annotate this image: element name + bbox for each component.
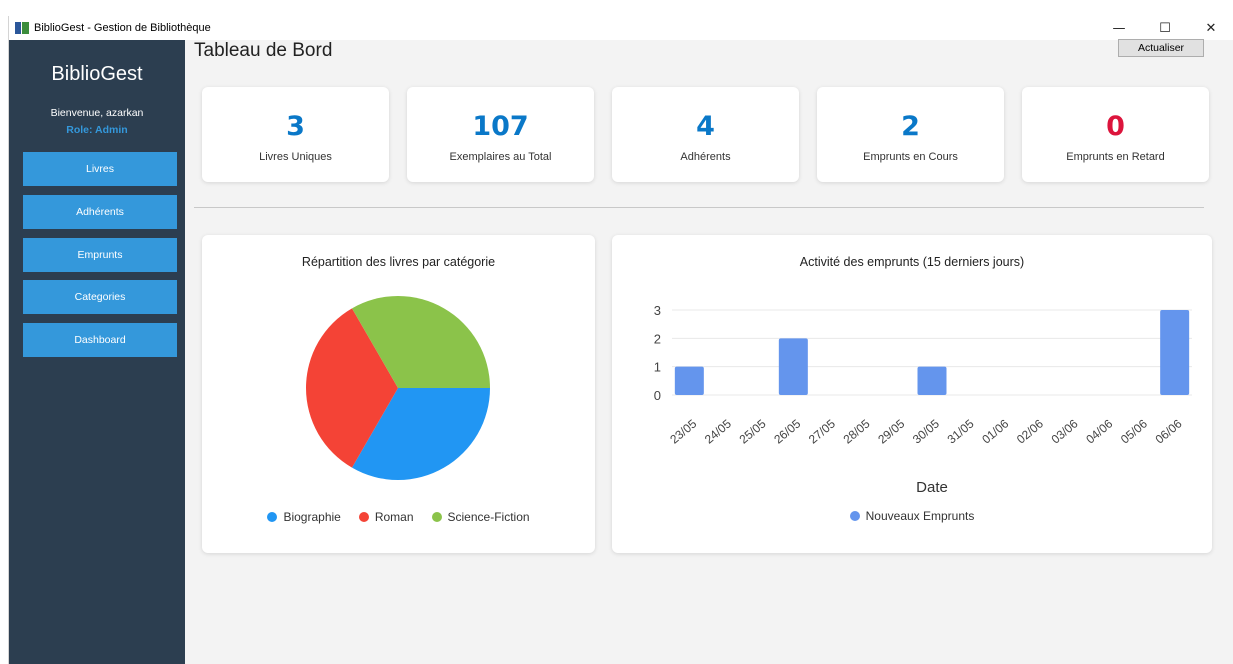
stat-label: Emprunts en Cours [863,151,958,163]
legend-dot [849,511,860,521]
maximize-button[interactable]: ☐ [1142,16,1188,40]
x-tick-label: 26/05 [771,416,803,446]
title-bar: BiblioGest - Gestion de Bibliothèque — ☐… [9,16,1233,40]
legend-item-roman: Roman [358,510,414,524]
x-tick-label: 01/06 [979,416,1011,446]
y-tick-label: 0 [654,388,661,403]
stat-label: Livres Uniques [259,151,332,163]
legend-label: Roman [374,510,414,524]
app-icon [15,22,29,34]
x-axis-label: Date [916,479,948,496]
bar-30-05 [917,366,947,395]
role-text: Role: Admin [66,124,128,136]
section-divider [194,207,1204,208]
refresh-button[interactable]: Actualiser [1118,39,1204,57]
x-tick-label: 25/05 [737,416,769,446]
bar-chart-card: Activité des emprunts (15 derniers jours… [612,235,1212,553]
window-title: BiblioGest - Gestion de Bibliothèque [34,22,211,34]
x-tick-label: 31/05 [945,416,977,446]
x-tick-label: 27/05 [806,416,838,446]
sidebar: BiblioGest Bienvenue, azarkan Role: Admi… [9,40,185,664]
sidebar-item-categories[interactable]: Categories [23,280,177,314]
sidebar-item-adherents[interactable]: Adhérents [23,195,177,229]
sidebar-item-dashboard[interactable]: Dashboard [23,323,177,357]
legend-item-science-fiction: Science-Fiction [431,510,530,524]
stat-label: Exemplaires au Total [449,151,552,163]
x-tick-label: 04/06 [1083,416,1115,446]
legend-item-nouveaux-emprunts: Nouveaux Emprunts [849,509,975,523]
stat-value: 4 [696,111,715,142]
legend-dot [358,512,369,522]
stat-card-emprunts-en-retard: 0 Emprunts en Retard [1022,87,1209,182]
stat-value: 3 [286,111,305,142]
stat-value: 0 [1106,111,1125,142]
stat-label: Adhérents [680,151,731,163]
pie-chart-card: Répartition des livres par catégorie Bio… [202,235,595,553]
pie-legend: Biographie Roman Science-Fiction [202,510,595,524]
bar-legend: Nouveaux Emprunts [612,509,1212,523]
bar-chart: 012323/05 24/05 25/05 26/05 27/05 28/05 29/05 3… [654,303,1192,496]
x-tick-label: 02/06 [1014,416,1046,446]
legend-label: Science-Fiction [447,510,530,524]
bar-06-06 [1160,310,1190,395]
stat-card-exemplaires: 107 Exemplaires au Total [407,87,594,182]
y-tick-label: 1 [654,360,661,375]
sidebar-item-livres[interactable]: Livres [23,152,177,186]
bar-23-05 [674,366,704,395]
y-tick-label: 3 [654,303,661,318]
legend-label: Biographie [283,510,341,524]
stat-label: Emprunts en Retard [1066,151,1165,163]
x-tick-label: 23/05 [667,416,699,446]
window-controls: — ☐ ✕ [1096,16,1233,40]
legend-dot [431,512,442,522]
bar-26-05 [778,338,808,395]
stat-card-livres-uniques: 3 Livres Uniques [202,87,389,182]
x-tick-label: 03/06 [1049,416,1081,446]
y-tick-label: 2 [654,331,661,346]
sidebar-item-emprunts[interactable]: Emprunts [23,238,177,272]
legend-label: Nouveaux Emprunts [865,509,975,523]
stat-value: 2 [901,111,920,142]
pie-chart [306,296,490,480]
x-tick-label: 06/06 [1153,416,1185,446]
app-brand: BiblioGest [51,63,143,85]
minimize-button[interactable]: — [1096,16,1142,40]
stat-value: 107 [472,111,529,142]
x-tick-label: 05/06 [1118,416,1150,446]
legend-dot [267,512,278,522]
page-title: Tableau de Bord [194,40,333,61]
x-tick-label: 30/05 [910,416,942,446]
x-tick-label: 29/05 [875,416,907,446]
x-tick-label: 24/05 [702,416,734,446]
stat-card-adherents: 4 Adhérents [612,87,799,182]
x-tick-label: 28/05 [841,416,873,446]
stat-card-emprunts-en-cours: 2 Emprunts en Cours [817,87,1004,182]
welcome-text: Bienvenue, azarkan [50,107,144,119]
close-button[interactable]: ✕ [1188,16,1233,40]
legend-item-biographie: Biographie [267,510,341,524]
